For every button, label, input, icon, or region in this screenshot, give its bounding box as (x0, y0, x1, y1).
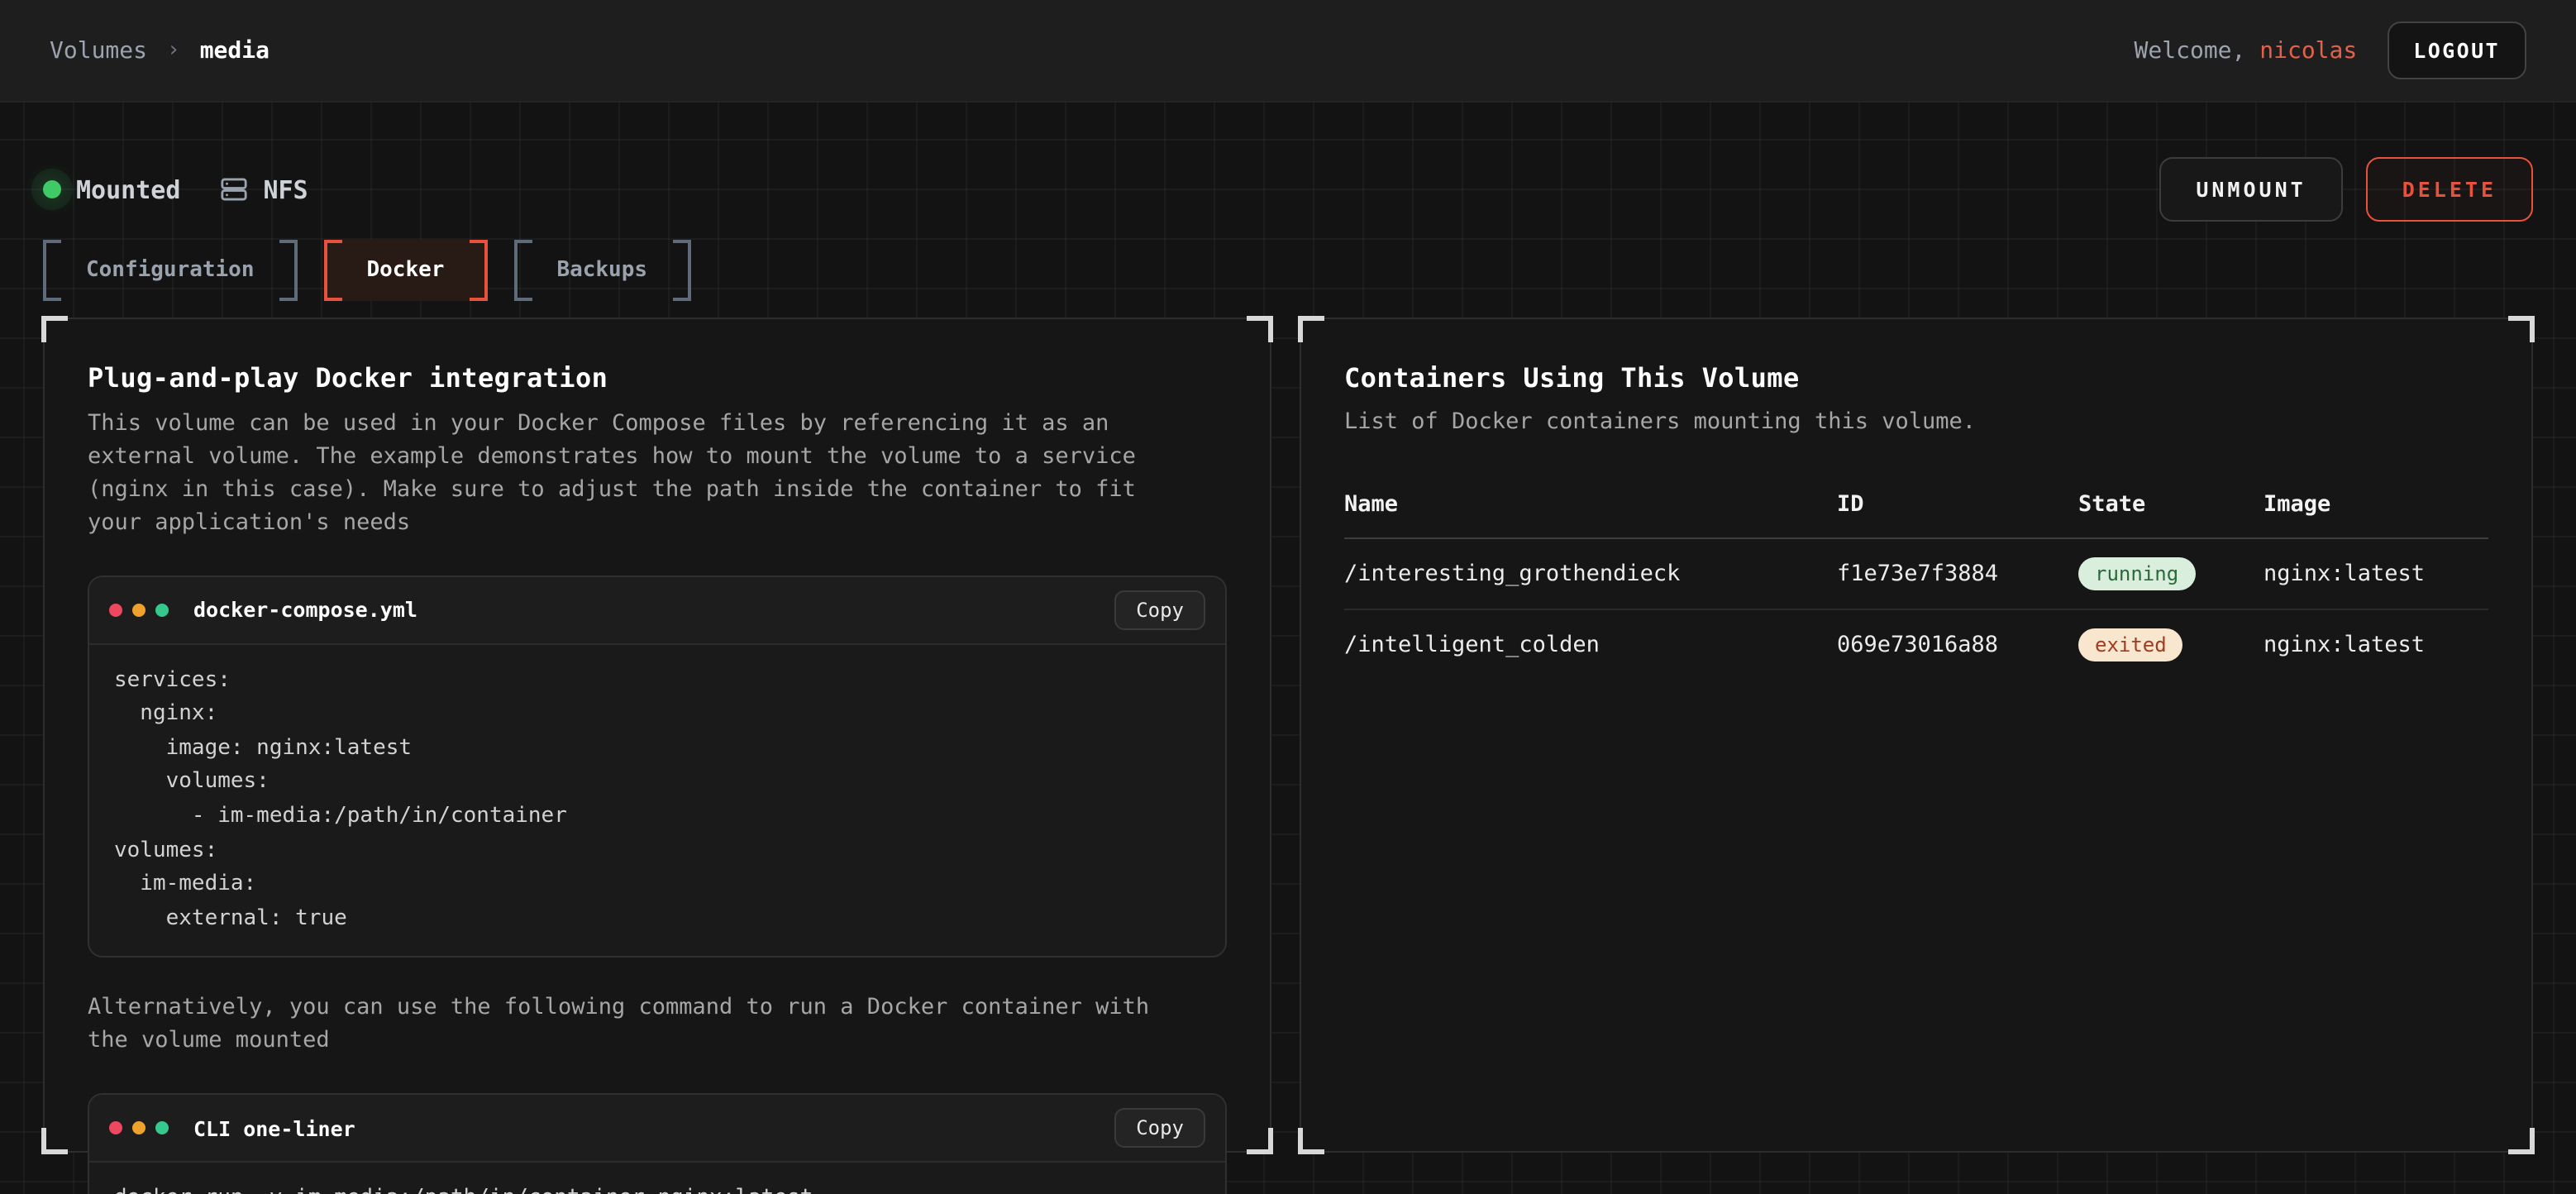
docker-panel-title: Plug-and-play Docker integration (88, 362, 1227, 394)
top-bar: Volumes › media Welcome, nicolas LOGOUT (0, 0, 2576, 103)
window-dot-amber-icon (132, 1121, 145, 1134)
volume-actions: UNMOUNT DELETE (2159, 157, 2533, 222)
compose-code-content: services: nginx: image: nginx:latest vol… (114, 665, 1200, 937)
status-bar: Mounted NFS UNMOUNT DELET (43, 157, 2533, 222)
container-name-cell: /intelligent_colden (1344, 609, 1837, 680)
window-dot-red-icon (109, 1121, 122, 1134)
tab-backups[interactable]: Backups (513, 240, 690, 301)
breadcrumb: Volumes › media (50, 37, 270, 64)
cli-filename: CLI one-liner (193, 1115, 1104, 1140)
containers-table: Name ID State Image /interesting_grothen… (1344, 478, 2488, 680)
compose-code-header: docker-compose.yml Copy (89, 577, 1225, 645)
compose-code-body: services: nginx: image: nginx:latest vol… (89, 645, 1225, 957)
container-state-cell: exited (2078, 609, 2264, 680)
breadcrumb-separator-icon: › (167, 38, 180, 63)
server-icon (220, 175, 248, 203)
corner-bracket-icon (2508, 316, 2535, 342)
container-image-cell: nginx:latest (2264, 538, 2488, 609)
containers-panel: Containers Using This Volume List of Doc… (1300, 318, 2533, 1153)
compose-code-block: docker-compose.yml Copy services: nginx:… (88, 576, 1227, 958)
tab-docker[interactable]: Docker (324, 240, 488, 301)
tabs: Configuration Docker Backups (43, 240, 2533, 301)
docker-integration-panel: Plug-and-play Docker integration This vo… (43, 318, 1271, 1153)
corner-bracket-icon (41, 316, 68, 342)
window-dot-green-icon (155, 1121, 169, 1134)
corner-bracket-icon (1247, 316, 1273, 342)
container-id-cell: f1e73e7f3884 (1837, 538, 2078, 609)
welcome-text: Welcome, nicolas (2135, 37, 2358, 64)
containers-panel-subtitle: List of Docker containers mounting this … (1344, 408, 2488, 435)
corner-bracket-icon (41, 1128, 68, 1154)
mounted-indicator: Mounted (43, 174, 180, 204)
docker-panel-description: This volume can be used in your Docker C… (88, 408, 1192, 541)
column-header-state: State (2078, 478, 2264, 538)
copy-compose-button[interactable]: Copy (1114, 590, 1205, 630)
breadcrumb-current: media (200, 37, 270, 64)
breadcrumb-volumes-link[interactable]: Volumes (50, 37, 147, 64)
tab-configuration[interactable]: Configuration (43, 240, 298, 301)
container-id-cell: 069e73016a88 (1837, 609, 2078, 680)
state-badge: running (2078, 557, 2195, 590)
nfs-label: NFS (263, 174, 308, 204)
cli-code-block: CLI one-liner Copy docker run -v im-medi… (88, 1093, 1227, 1194)
container-state-cell: running (2078, 538, 2264, 609)
logout-button[interactable]: LOGOUT (2387, 21, 2526, 79)
container-name-cell: /interesting_grothendieck (1344, 538, 1837, 609)
state-badge: exited (2078, 628, 2183, 661)
delete-button[interactable]: DELETE (2366, 157, 2533, 222)
page-body: Mounted NFS UNMOUNT DELET (0, 103, 2576, 1194)
app-window: Volumes › media Welcome, nicolas LOGOUT … (0, 0, 2576, 1194)
top-bar-right: Welcome, nicolas LOGOUT (2135, 21, 2526, 79)
welcome-prefix: Welcome, (2135, 37, 2260, 64)
copy-cli-button[interactable]: Copy (1114, 1108, 1205, 1148)
cli-code-header: CLI one-liner Copy (89, 1095, 1225, 1163)
container-row: /intelligent_colden069e73016a88exited ngi… (1344, 609, 2488, 680)
container-row: /interesting_grothendieckf1e73e7f3884run… (1344, 538, 2488, 609)
window-dot-red-icon (109, 604, 122, 617)
panels: Plug-and-play Docker integration This vo… (43, 318, 2533, 1153)
username: nicolas (2259, 37, 2357, 64)
corner-bracket-icon (2508, 1128, 2535, 1154)
unmount-button[interactable]: UNMOUNT (2159, 157, 2342, 222)
cli-code-body: docker run -v im-media:/path/in/containe… (89, 1163, 1225, 1194)
compose-filename: docker-compose.yml (193, 598, 1104, 623)
mounted-dot-icon (43, 180, 61, 198)
containers-panel-title: Containers Using This Volume (1344, 362, 2488, 394)
window-dot-green-icon (155, 604, 169, 617)
corner-bracket-icon (1298, 316, 1324, 342)
mounted-label: Mounted (76, 174, 180, 204)
column-header-name: Name (1344, 478, 1837, 538)
column-header-id: ID (1837, 478, 2078, 538)
cli-code-content: docker run -v im-media:/path/in/containe… (114, 1182, 1200, 1194)
corner-bracket-icon (1247, 1128, 1273, 1154)
containers-table-header-row: Name ID State Image (1344, 478, 2488, 538)
status-indicators: Mounted NFS (43, 174, 2159, 204)
column-header-image: Image (2264, 478, 2488, 538)
corner-bracket-icon (1298, 1128, 1324, 1154)
container-image-cell: nginx:latest (2264, 609, 2488, 680)
cli-intro-text: Alternatively, you can use the following… (88, 992, 1192, 1058)
nfs-indicator: NFS (220, 174, 308, 204)
window-dot-amber-icon (132, 604, 145, 617)
